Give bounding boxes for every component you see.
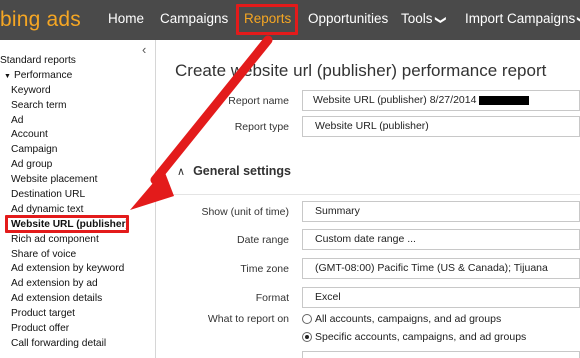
triangle-down-icon[interactable]: ▼	[4, 73, 11, 80]
tree-item-product-target[interactable]: Product target	[0, 307, 156, 322]
tree-item-website-placement[interactable]: Website placement	[0, 173, 156, 188]
time-zone-select[interactable]: (GMT-08:00) Pacific Time (US & Canada); …	[302, 258, 580, 279]
chevron-up-icon[interactable]: ∧	[177, 166, 185, 178]
tree-item-campaign[interactable]: Campaign	[0, 143, 156, 158]
date-range-label: Date range	[237, 234, 289, 246]
bing-ads-logo[interactable]: bing ads	[0, 6, 81, 34]
general-settings-header[interactable]: ∧ General settings	[177, 164, 291, 178]
reports-highlight-box	[236, 4, 298, 35]
report-name-label: Report name	[228, 95, 289, 107]
report-name-value: Website URL (publisher) 8/27/2014	[313, 94, 477, 106]
tree-item-ad-group[interactable]: Ad group	[0, 158, 156, 173]
tree-item-search-term[interactable]: Search term	[0, 99, 156, 114]
date-range-select[interactable]: Custom date range ...	[302, 229, 580, 250]
nav-home[interactable]: Home	[108, 0, 144, 40]
report-type-select[interactable]: Website URL (publisher)	[302, 116, 580, 137]
redaction-bar	[479, 95, 530, 105]
general-settings-title: General settings	[193, 164, 292, 178]
show-unit-label: Show (unit of time)	[201, 206, 289, 218]
radio-button[interactable]	[302, 314, 312, 324]
chevron-down-icon: ❯	[564, 15, 580, 24]
page-title: Create website url (publisher) performan…	[175, 61, 547, 80]
tree-item-call-forwarding-detail[interactable]: Call forwarding detail	[0, 337, 156, 352]
radio-all-accounts[interactable]: All accounts, campaigns, and ad groups	[302, 313, 501, 325]
tree-item-standard-reports[interactable]: Standard reports	[0, 54, 156, 69]
tree-item-ad-extension-details[interactable]: Ad extension details	[0, 292, 156, 307]
tree-item-performance[interactable]: ▼ Performance	[0, 69, 156, 84]
format-label: Format	[255, 292, 289, 304]
nav-tools[interactable]: Tools ❯	[401, 0, 446, 40]
report-tree: Standard reports ▼ Performance Keyword Se…	[0, 54, 156, 352]
format-select[interactable]: Excel	[302, 287, 580, 308]
what-to-report-label: What to report on	[207, 313, 289, 325]
tree-item-ad[interactable]: Ad	[0, 114, 156, 129]
account-picker-box[interactable]	[302, 351, 580, 358]
tree-item-share-of-voice[interactable]: Share of voice	[0, 248, 156, 263]
time-zone-label: Time zone	[240, 263, 289, 275]
nav-opportunities[interactable]: Opportunities	[308, 0, 388, 40]
report-type-label: Report type	[234, 121, 289, 133]
nav-import-campaigns-label: Import Campaigns	[465, 11, 576, 26]
chevron-down-icon: ❯	[434, 15, 447, 25]
tree-item-product-offer[interactable]: Product offer	[0, 322, 156, 337]
tree-item-ad-extension-by-ad[interactable]: Ad extension by ad	[0, 277, 156, 292]
radio-button-selected[interactable]	[302, 332, 312, 342]
reports-sidebar: ‹ Standard reports ▼ Performance Keyword …	[0, 40, 156, 358]
nav-campaigns[interactable]: Campaigns	[160, 0, 228, 40]
show-unit-select[interactable]: Summary	[302, 201, 580, 222]
tree-item-account[interactable]: Account	[0, 128, 156, 143]
radio-all-accounts-label: All accounts, campaigns, and ad groups	[315, 313, 502, 325]
section-divider	[167, 194, 580, 195]
tree-item-keyword[interactable]: Keyword	[0, 84, 156, 99]
tree-item-rich-ad-component[interactable]: Rich ad component	[0, 233, 156, 248]
radio-specific-accounts-label: Specific accounts, campaigns, and ad gro…	[315, 331, 527, 343]
tree-item-label: Performance	[13, 69, 73, 81]
report-name-input[interactable]: Website URL (publisher) 8/27/2014	[302, 90, 580, 111]
report-form-panel: Create website url (publisher) performan…	[157, 40, 580, 358]
tree-item-destination-url[interactable]: Destination URL	[0, 188, 156, 203]
nav-import-campaigns[interactable]: Import Campaigns❯	[465, 0, 580, 40]
tree-item-ad-extension-by-keyword[interactable]: Ad extension by keyword	[0, 262, 156, 277]
selected-report-highlight-box	[5, 215, 129, 233]
radio-specific-accounts[interactable]: Specific accounts, campaigns, and ad gro…	[302, 331, 526, 343]
